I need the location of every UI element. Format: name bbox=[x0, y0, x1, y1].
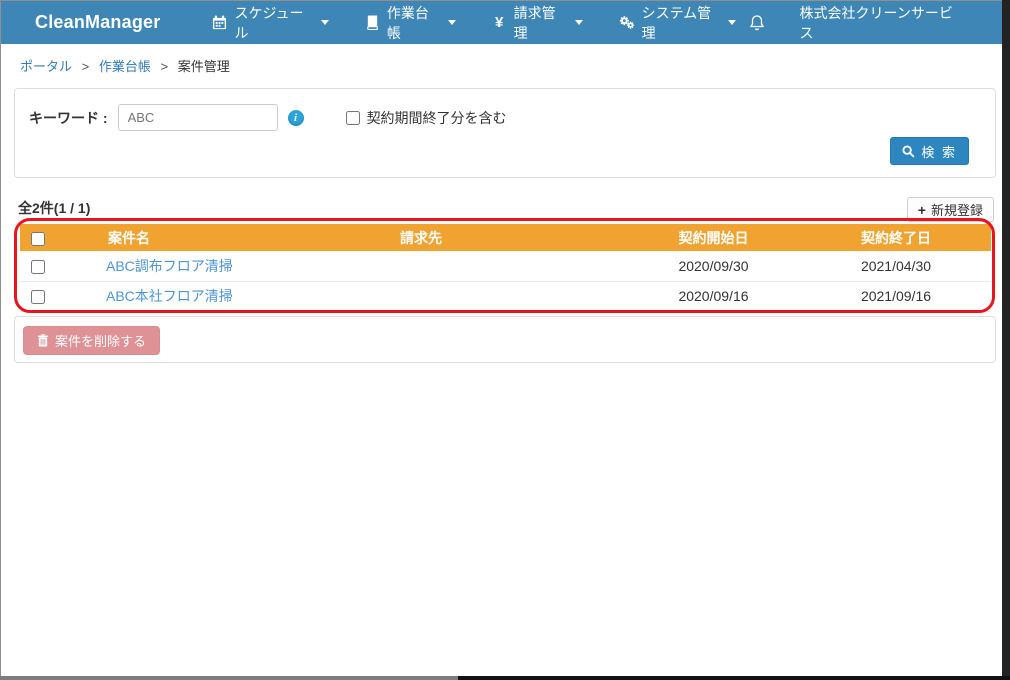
new-registration-label: 新規登録 bbox=[930, 203, 983, 218]
nav-menu-label: スケジュール bbox=[234, 4, 304, 41]
contract-end-cell: 2021/04/30 bbox=[801, 251, 991, 282]
window-border-top bbox=[0, 0, 1002, 1]
include-expired-label: 契約期間終了分を含む bbox=[366, 109, 507, 126]
nav-right-group: 株式会社クリーンサービス bbox=[748, 3, 958, 43]
billing-cell bbox=[336, 251, 626, 282]
column-header-contract-end: 契約終了日 bbox=[801, 224, 991, 251]
include-expired-group: 契約期間終了分を含む bbox=[345, 108, 507, 128]
top-navbar: CleanManager スケジュール 作業台帳 ¥ 請求管理 システム管理 株… bbox=[1, 1, 1002, 44]
billing-cell bbox=[336, 281, 626, 312]
calendar-icon bbox=[212, 15, 227, 31]
search-row: キーワード : i 契約期間終了分を含む bbox=[15, 89, 995, 131]
chevron-down-icon bbox=[447, 20, 456, 25]
breadcrumb-portal[interactable]: ポータル bbox=[20, 59, 72, 74]
case-link[interactable]: ABC本社フロア清掃 bbox=[106, 288, 233, 304]
row-checkbox[interactable] bbox=[31, 259, 45, 274]
contract-start-cell: 2020/09/30 bbox=[626, 251, 801, 282]
delete-case-button[interactable]: 案件を削除する bbox=[23, 326, 161, 355]
select-all-header bbox=[20, 224, 56, 251]
info-icon[interactable]: i bbox=[287, 109, 304, 126]
window-border-bottom bbox=[0, 676, 458, 680]
chevron-down-icon bbox=[727, 20, 736, 25]
table-row: ABC調布フロア清掃 2020/09/30 2021/04/30 bbox=[20, 251, 991, 282]
nav-menu-label: システム管理 bbox=[641, 4, 712, 41]
table-header-row: 案件名 請求先 契約開始日 契約終了日 bbox=[20, 224, 991, 251]
breadcrumb-current-page: 案件管理 bbox=[177, 59, 230, 74]
column-header-billing: 請求先 bbox=[336, 224, 626, 251]
app-logo[interactable]: CleanManager bbox=[35, 12, 160, 33]
book-icon bbox=[365, 15, 380, 31]
search-panel: キーワード : i 契約期間終了分を含む 検 索 bbox=[14, 88, 996, 178]
window-border-left bbox=[0, 0, 1, 680]
nav-menu-work-ledger[interactable]: 作業台帳 bbox=[353, 1, 468, 44]
select-all-checkbox[interactable] bbox=[31, 231, 45, 246]
bell-icon[interactable] bbox=[748, 14, 766, 32]
chevron-down-icon bbox=[320, 20, 329, 25]
new-registration-button[interactable]: + 新規登録 bbox=[906, 197, 994, 222]
yen-icon: ¥ bbox=[494, 14, 504, 31]
search-button[interactable]: 検 索 bbox=[890, 137, 969, 165]
search-button-label: 検 索 bbox=[921, 144, 957, 160]
case-link[interactable]: ABC調布フロア清掃 bbox=[106, 258, 233, 274]
window-shadow-right bbox=[1002, 0, 1010, 680]
delete-panel: 案件を削除する bbox=[14, 316, 996, 363]
include-expired-checkbox[interactable] bbox=[345, 110, 360, 125]
delete-case-label: 案件を削除する bbox=[55, 334, 147, 349]
nav-menu-group: スケジュール 作業台帳 ¥ 請求管理 システム管理 bbox=[188, 1, 747, 44]
breadcrumb-separator: > bbox=[81, 59, 90, 74]
case-name-cell: ABC本社フロア清掃 bbox=[56, 281, 336, 312]
keyword-label: キーワード : bbox=[29, 109, 108, 126]
company-name: 株式会社クリーンサービス bbox=[799, 4, 953, 41]
trash-icon bbox=[37, 334, 49, 347]
keyword-input[interactable] bbox=[117, 104, 278, 131]
chevron-down-icon bbox=[574, 20, 583, 25]
row-select-cell bbox=[20, 251, 56, 282]
contract-end-cell: 2021/09/16 bbox=[801, 281, 991, 312]
table-row: ABC本社フロア清掃 2020/09/16 2021/09/16 bbox=[20, 281, 991, 312]
column-header-contract-start: 契約開始日 bbox=[626, 224, 801, 251]
plus-icon: + bbox=[917, 201, 926, 218]
column-header-case-name: 案件名 bbox=[56, 224, 336, 251]
case-name-cell: ABC調布フロア清掃 bbox=[56, 251, 336, 282]
breadcrumb-separator: > bbox=[160, 59, 169, 74]
result-count: 全2件(1 / 1) bbox=[18, 200, 91, 216]
nav-menu-schedule[interactable]: スケジュール bbox=[200, 1, 340, 44]
gears-icon bbox=[619, 15, 635, 31]
nav-menu-system[interactable]: システム管理 bbox=[607, 1, 748, 44]
nav-menu-label: 作業台帳 bbox=[386, 4, 429, 41]
nav-menu-billing[interactable]: ¥ 請求管理 bbox=[480, 1, 595, 44]
breadcrumb: ポータル > 作業台帳 > 案件管理 bbox=[20, 56, 230, 75]
search-icon bbox=[902, 144, 915, 158]
breadcrumb-work-ledger[interactable]: 作業台帳 bbox=[99, 59, 151, 74]
nav-menu-label: 請求管理 bbox=[513, 4, 556, 41]
row-select-cell bbox=[20, 281, 56, 312]
case-table: 案件名 請求先 契約開始日 契約終了日 ABC調布フロア清掃 2020/09/3… bbox=[20, 224, 991, 312]
window-shadow-bottom bbox=[458, 676, 1010, 680]
contract-start-cell: 2020/09/16 bbox=[626, 281, 801, 312]
row-checkbox[interactable] bbox=[31, 290, 45, 305]
